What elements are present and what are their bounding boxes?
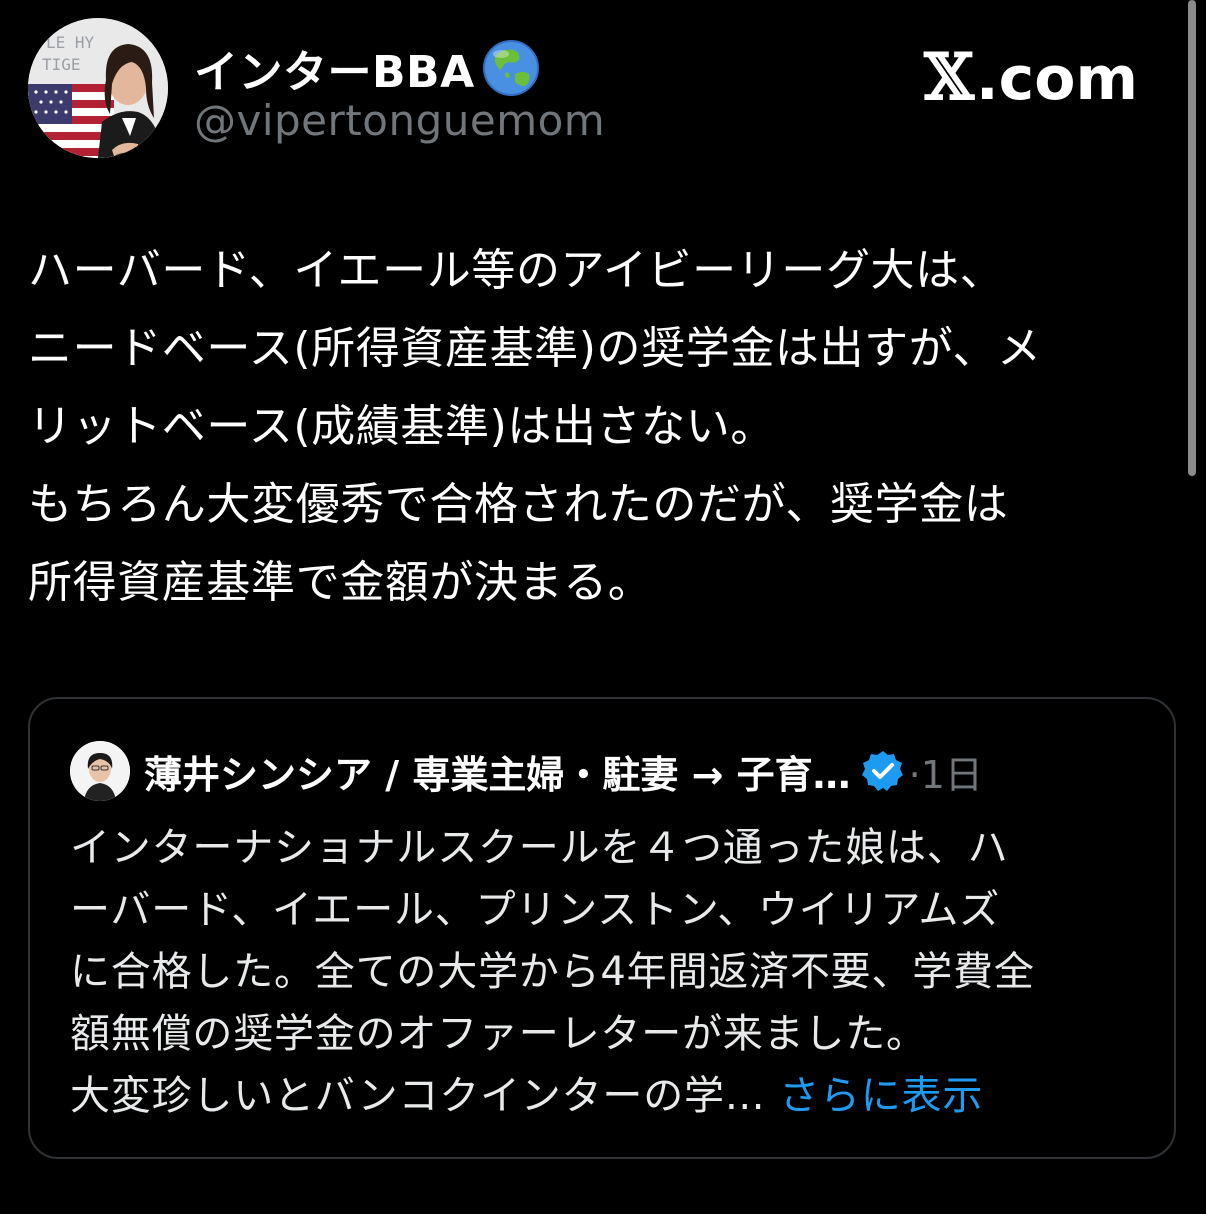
x-logo-icon: 𝕏 bbox=[924, 40, 974, 115]
quoted-tweet-card[interactable]: 薄井シンシア / 専業主婦・駐妻 → 子育… ·1日 インターナショナルスクール… bbox=[28, 697, 1176, 1159]
quoted-author-avatar[interactable] bbox=[70, 741, 130, 801]
quoted-tweet-text: インターナショナルスクールを４つ通った娘は、ハ ーバード、イエール、プリンストン… bbox=[70, 817, 1140, 1127]
svg-text:TIGE: TIGE bbox=[42, 55, 81, 74]
tweet-header: LE HY TIGE インターBBA @vipertonguemom 𝕏 .co… bbox=[28, 18, 1168, 158]
svg-text:LE HY: LE HY bbox=[46, 33, 95, 52]
show-more-link[interactable]: さらに表示 bbox=[779, 1073, 983, 1119]
verified-badge-icon bbox=[861, 749, 905, 793]
tweet-text: ハーバード、イエール等のアイビーリーグ大は、 ニードベース(所得資産基準)の奨学… bbox=[28, 245, 1042, 608]
quoted-author-name[interactable]: 薄井シンシア / 専業主婦・駐妻 → 子育… bbox=[144, 744, 851, 799]
author-avatar[interactable]: LE HY TIGE bbox=[28, 18, 168, 158]
author-display-name[interactable]: インターBBA bbox=[194, 36, 475, 100]
quoted-tweet-time[interactable]: ·1日 bbox=[909, 744, 983, 799]
x-com-logo: 𝕏 .com bbox=[924, 40, 1138, 115]
scrollbar[interactable] bbox=[1188, 0, 1196, 476]
quoted-tweet-header: 薄井シンシア / 専業主婦・駐妻 → 子育… ·1日 bbox=[70, 739, 983, 803]
author-name-row[interactable]: インターBBA bbox=[194, 36, 541, 100]
brand-domain: .com bbox=[975, 44, 1138, 114]
author-handle[interactable]: @vipertonguemom bbox=[194, 96, 605, 145]
globe-asia-australia-icon bbox=[481, 38, 541, 98]
